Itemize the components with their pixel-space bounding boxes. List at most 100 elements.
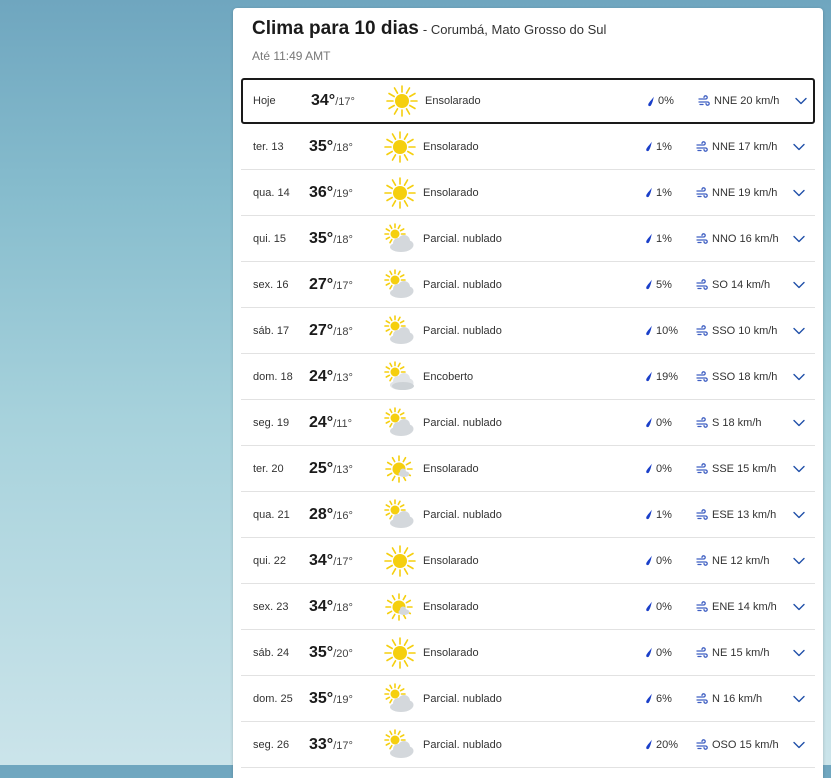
forecast-row[interactable]: sex. 23 34°/18° Ensolarado 0% ENE 14 km/… xyxy=(241,584,815,630)
day-label: sex. 16 xyxy=(253,278,289,291)
chevron-down-icon[interactable] xyxy=(793,741,805,749)
chevron-down-icon[interactable] xyxy=(793,557,805,565)
forecast-row[interactable]: ter. 20 25°/13° Ensolarado 0% SSE 15 km/… xyxy=(241,446,815,492)
temp-low: /18° xyxy=(333,141,353,154)
sunny-icon xyxy=(384,544,416,577)
precip-value: 1% xyxy=(656,186,672,199)
sunny-icon xyxy=(386,85,418,117)
partly-cloudy-icon xyxy=(384,728,416,761)
forecast-row[interactable]: seg. 26 33°/17° Parcial. nublado 20% OSO… xyxy=(241,722,815,768)
precipitation: 0% xyxy=(645,417,672,429)
raindrop-icon xyxy=(646,187,652,198)
temp-low: /18° xyxy=(333,601,353,614)
temp-low: /17° xyxy=(333,279,353,292)
temperature: 35°/20° xyxy=(309,644,353,662)
temperature: 34°/18° xyxy=(309,598,353,616)
raindrop-icon xyxy=(646,371,652,382)
partly-cloudy-icon xyxy=(384,268,416,301)
wind-icon xyxy=(696,646,708,658)
raindrop-icon xyxy=(646,417,652,428)
wind-value: NE 15 km/h xyxy=(712,646,770,659)
temperature: 35°/18° xyxy=(309,138,353,156)
chevron-down-icon[interactable] xyxy=(793,373,805,381)
forecast-row[interactable]: dom. 25 35°/19° Parcial. nublado 6% N 16… xyxy=(241,676,815,722)
temp-low: /18° xyxy=(333,233,353,246)
condition-label: Ensolarado xyxy=(423,646,479,659)
forecast-row[interactable]: seg. 19 24°/11° Parcial. nublado 0% S 18… xyxy=(241,400,815,446)
wind-icon xyxy=(696,232,708,244)
sunny-icon xyxy=(384,636,416,669)
precipitation: 1% xyxy=(645,187,672,199)
chevron-down-icon[interactable] xyxy=(795,97,807,105)
chevron-down-icon[interactable] xyxy=(793,189,805,197)
forecast-row[interactable]: dom. 18 24°/13° Encoberto 19% SSO 18 km/… xyxy=(241,354,815,400)
forecast-row[interactable]: Hoje 34°/17° Ensolarado 0% NNE 20 km/h xyxy=(241,78,815,124)
chevron-down-icon[interactable] xyxy=(793,511,805,519)
wind-icon xyxy=(696,140,708,152)
condition-label: Encoberto xyxy=(423,370,474,383)
chevron-down-icon[interactable] xyxy=(793,695,805,703)
raindrop-icon xyxy=(646,325,652,336)
chevron-down-icon[interactable] xyxy=(793,235,805,243)
day-label: seg. 26 xyxy=(253,738,290,751)
condition-label: Ensolarado xyxy=(423,554,479,567)
temp-low: /19° xyxy=(333,693,353,706)
day-label: ter. 13 xyxy=(253,140,284,153)
condition-label: Ensolarado xyxy=(423,140,479,153)
temp-high: 27° xyxy=(309,275,334,293)
forecast-list: Hoje 34°/17° Ensolarado 0% NNE 20 km/h t… xyxy=(241,78,815,768)
chevron-down-icon[interactable] xyxy=(793,603,805,611)
partly-cloudy-icon xyxy=(384,682,416,715)
wind-value: ESE 13 km/h xyxy=(712,508,777,521)
condition-label: Parcial. nublado xyxy=(423,692,502,705)
chevron-down-icon[interactable] xyxy=(793,465,805,473)
forecast-row[interactable]: qui. 22 34°/17° Ensolarado 0% NE 12 km/h xyxy=(241,538,815,584)
wind-value: NNE 19 km/h xyxy=(712,186,778,199)
chevron-down-icon[interactable] xyxy=(793,143,805,151)
wind-icon xyxy=(696,416,708,428)
temperature: 27°/18° xyxy=(309,322,353,340)
forecast-row[interactable]: qua. 21 28°/16° Parcial. nublado 1% ESE … xyxy=(241,492,815,538)
temperature: 35°/19° xyxy=(309,690,353,708)
chevron-down-icon[interactable] xyxy=(793,419,805,427)
forecast-row[interactable]: ter. 13 35°/18° Ensolarado 1% NNE 17 km/… xyxy=(241,124,815,170)
day-label: sex. 23 xyxy=(253,600,289,613)
wind-value: SSO 10 km/h xyxy=(712,324,778,337)
forecast-row[interactable]: sex. 16 27°/17° Parcial. nublado 5% SO 1… xyxy=(241,262,815,308)
temperature: 36°/19° xyxy=(309,184,353,202)
wind-icon xyxy=(696,554,708,566)
temp-low: /20° xyxy=(333,647,353,660)
temp-high: 35° xyxy=(309,229,334,247)
raindrop-icon xyxy=(648,96,654,106)
precipitation: 1% xyxy=(645,509,672,521)
raindrop-icon xyxy=(646,693,652,704)
raindrop-icon xyxy=(646,647,652,658)
raindrop-icon xyxy=(646,601,652,612)
wind-value: S 18 km/h xyxy=(712,416,762,429)
forecast-row[interactable]: qui. 15 35°/18° Parcial. nublado 1% NNO … xyxy=(241,216,815,262)
temp-high: 24° xyxy=(309,413,334,431)
raindrop-icon xyxy=(646,233,652,244)
wind: NNO 16 km/h xyxy=(696,233,779,245)
wind: NNE 20 km/h xyxy=(698,95,779,107)
forecast-row[interactable]: sáb. 17 27°/18° Parcial. nublado 10% SSO… xyxy=(241,308,815,354)
chevron-down-icon[interactable] xyxy=(793,649,805,657)
precip-value: 1% xyxy=(656,508,672,521)
precipitation: 0% xyxy=(645,463,672,475)
day-label: qui. 22 xyxy=(253,554,287,567)
chevron-down-icon[interactable] xyxy=(793,327,805,335)
forecast-header: Clima para 10 dias - Corumbá, Mato Gross… xyxy=(233,8,823,78)
precipitation: 10% xyxy=(645,325,678,337)
precipitation: 6% xyxy=(645,693,672,705)
wind-icon xyxy=(696,692,708,704)
temp-high: 27° xyxy=(309,321,334,339)
raindrop-icon xyxy=(646,463,652,474)
temperature: 34°/17° xyxy=(309,552,353,570)
temp-high: 35° xyxy=(309,643,334,661)
forecast-row[interactable]: qua. 14 36°/19° Ensolarado 1% NNE 19 km/… xyxy=(241,170,815,216)
precipitation: 0% xyxy=(645,555,672,567)
forecast-row[interactable]: sáb. 24 35°/20° Ensolarado 0% NE 15 km/h xyxy=(241,630,815,676)
wind-value: ENE 14 km/h xyxy=(712,600,777,613)
wind-icon xyxy=(696,600,708,612)
chevron-down-icon[interactable] xyxy=(793,281,805,289)
